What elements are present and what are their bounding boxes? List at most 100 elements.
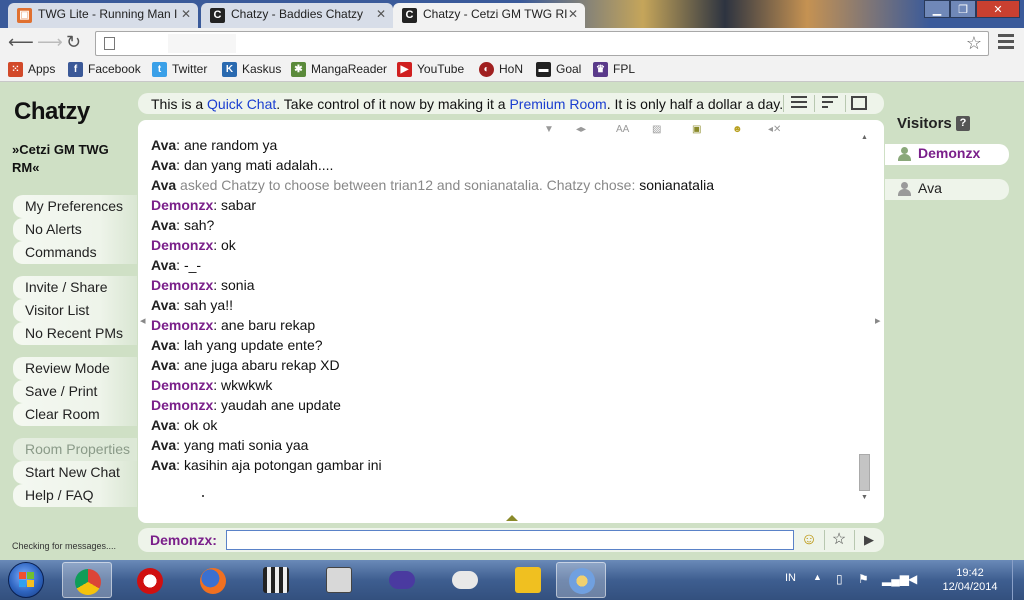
restore-button[interactable]: ❐	[950, 0, 976, 18]
message-username[interactable]: Ava	[151, 137, 176, 153]
smiley-toggle-icon[interactable]: ☻	[732, 124, 743, 135]
volume-muted-icon[interactable]: ◀	[908, 572, 917, 586]
premium-room-link[interactable]: Premium Room	[509, 96, 606, 112]
show-hidden-icons-icon[interactable]: ▲	[813, 572, 822, 582]
message-username[interactable]: Ava	[151, 357, 176, 373]
message-username[interactable]: Demonzx	[151, 197, 213, 213]
message-username[interactable]: Demonzx	[151, 377, 213, 393]
action-center-flag-icon[interactable]: ⚑	[858, 572, 869, 586]
message-username[interactable]: Ava	[151, 417, 176, 433]
close-window-button[interactable]: ✕	[976, 0, 1020, 18]
sidebar-item-invite-share[interactable]: Invite / Share	[13, 276, 137, 299]
bookmark-star-icon[interactable]: ☆	[966, 33, 982, 54]
sidebar-item-no-recent-pms[interactable]: No Recent PMs	[13, 322, 137, 345]
help-icon[interactable]: ?	[956, 116, 970, 131]
sidebar-item-visitor-list[interactable]: Visitor List	[13, 299, 137, 322]
mute-sound-icon[interactable]: ◂✕	[768, 124, 781, 135]
taskbar-firefox[interactable]	[188, 562, 238, 598]
close-icon[interactable]: ✕	[376, 7, 386, 21]
message-username[interactable]: Demonzx	[151, 277, 213, 293]
bookmark-goal[interactable]: ▬ Goal	[536, 62, 581, 77]
system-clock[interactable]: 19:42 12/04/2014	[940, 566, 1000, 594]
sidebar-item-start-new-chat[interactable]: Start New Chat	[13, 461, 137, 484]
taskbar-paint[interactable]	[556, 562, 606, 598]
chrome-menu-icon[interactable]	[998, 34, 1014, 52]
star-icon[interactable]: ☆	[828, 529, 850, 551]
expand-up-icon[interactable]	[506, 515, 518, 521]
scrollbar-thumb[interactable]	[859, 454, 870, 491]
message-username[interactable]: Ava	[151, 257, 176, 273]
address-bar[interactable]: ☆	[95, 31, 989, 56]
bookmark-twitter[interactable]: t Twitter	[152, 62, 207, 77]
collapse-left-icon[interactable]: ◂	[140, 314, 146, 327]
forward-arrow-icon[interactable]: ⟶	[37, 33, 63, 51]
tab-twg-lite[interactable]: ▣ TWG Lite - Running Man I ✕	[8, 3, 198, 28]
minimize-button[interactable]: ▁	[924, 0, 950, 18]
sidebar-item-help-faq[interactable]: Help / FAQ	[13, 484, 137, 507]
width-toggle-icon[interactable]: ◂▸	[576, 124, 586, 135]
taskbar-chrome[interactable]	[62, 562, 112, 598]
bookmark-mangareader[interactable]: ✱ MangaReader	[291, 62, 387, 77]
send-icon[interactable]: ▶	[858, 529, 880, 551]
message-username[interactable]: Ava	[151, 437, 176, 453]
font-size-icon[interactable]: AA	[616, 124, 629, 135]
network-signal-icon[interactable]: ▂▄▆	[882, 572, 909, 586]
fullscreen-icon[interactable]	[851, 96, 867, 110]
close-icon[interactable]: ✕	[181, 7, 191, 21]
quick-chat-link[interactable]: Quick Chat	[207, 96, 276, 112]
bookmark-apps[interactable]: ⁙ Apps	[8, 62, 55, 77]
image-icon[interactable]: ▨	[652, 124, 661, 135]
bookmark-youtube[interactable]: ▶ YouTube	[397, 62, 464, 77]
message-input[interactable]	[226, 530, 794, 550]
message-username[interactable]: Ava	[151, 157, 176, 173]
taskbar-media-player[interactable]	[251, 562, 301, 598]
taskbar-gba-emulator[interactable]	[377, 562, 427, 598]
reload-icon[interactable]: ↻	[66, 33, 81, 51]
scroll-down-icon[interactable]: ▼	[861, 494, 868, 501]
device-icon[interactable]: ▯	[836, 572, 843, 586]
sidebar-item-no-alerts[interactable]: No Alerts	[13, 218, 137, 241]
chat-message: Ava: -_-	[151, 256, 851, 276]
visitor-item-ava[interactable]: Ava	[885, 179, 1009, 200]
chatzy-logo[interactable]: Chatzy	[14, 98, 90, 126]
bookmark-kaskus[interactable]: K Kaskus	[222, 62, 281, 77]
message-username[interactable]: Ava	[151, 177, 176, 193]
tab-baddies-chatzy[interactable]: C Chatzy - Baddies Chatzy ✕	[201, 3, 393, 28]
taskbar-counter-strike[interactable]	[314, 562, 364, 598]
message-username[interactable]: Demonzx	[151, 317, 213, 333]
taskbar-gamepad[interactable]	[440, 562, 490, 598]
align-left-icon[interactable]	[822, 96, 838, 110]
scrollbar[interactable]	[859, 133, 871, 493]
message-username[interactable]: Ava	[151, 337, 176, 353]
show-desktop-button[interactable]	[1012, 560, 1024, 600]
visitor-item-demonzx[interactable]: Demonzx	[885, 144, 1009, 165]
list-view-icon[interactable]	[791, 96, 807, 110]
language-indicator[interactable]: IN	[785, 572, 796, 584]
tab-cetzi-chatzy[interactable]: C Chatzy - Cetzi GM TWG RI ✕	[393, 3, 585, 28]
message-username[interactable]: Ava	[151, 297, 176, 313]
message-username[interactable]: Demonzx	[151, 397, 213, 413]
message-username[interactable]: Ava	[151, 457, 176, 473]
bookmark-fpl[interactable]: ♛ FPL	[593, 62, 635, 77]
taskbar-pes[interactable]	[503, 562, 553, 598]
scroll-up-icon[interactable]: ▲	[861, 134, 868, 141]
sidebar-item-save-print[interactable]: Save / Print	[13, 380, 137, 403]
sidebar-item-my-preferences[interactable]: My Preferences	[13, 195, 137, 218]
tab-title: Chatzy - Baddies Chatzy	[231, 7, 364, 21]
sidebar-item-review-mode[interactable]: Review Mode	[13, 357, 137, 380]
smiley-icon[interactable]: ☺	[798, 529, 820, 551]
bookmark-facebook[interactable]: f Facebook	[68, 62, 141, 77]
message-username[interactable]: Demonzx	[151, 237, 213, 253]
sidebar-item-clear-room[interactable]: Clear Room	[13, 403, 137, 426]
chevron-down-icon[interactable]: ▼	[544, 124, 554, 135]
sidebar-item-commands[interactable]: Commands	[13, 241, 137, 264]
bookmark-hon[interactable]: ◐ HoN	[479, 62, 523, 77]
close-icon[interactable]: ✕	[568, 7, 578, 21]
message-username[interactable]: Ava	[151, 217, 176, 233]
back-arrow-icon[interactable]: ⟵	[8, 33, 34, 51]
taskbar-opera[interactable]	[125, 562, 175, 598]
collapse-right-icon[interactable]: ▸	[875, 314, 881, 327]
start-button[interactable]	[8, 562, 44, 598]
sidebar-item-room-properties[interactable]: Room Properties	[13, 438, 137, 461]
color-picker-icon[interactable]: ▣	[692, 124, 701, 135]
